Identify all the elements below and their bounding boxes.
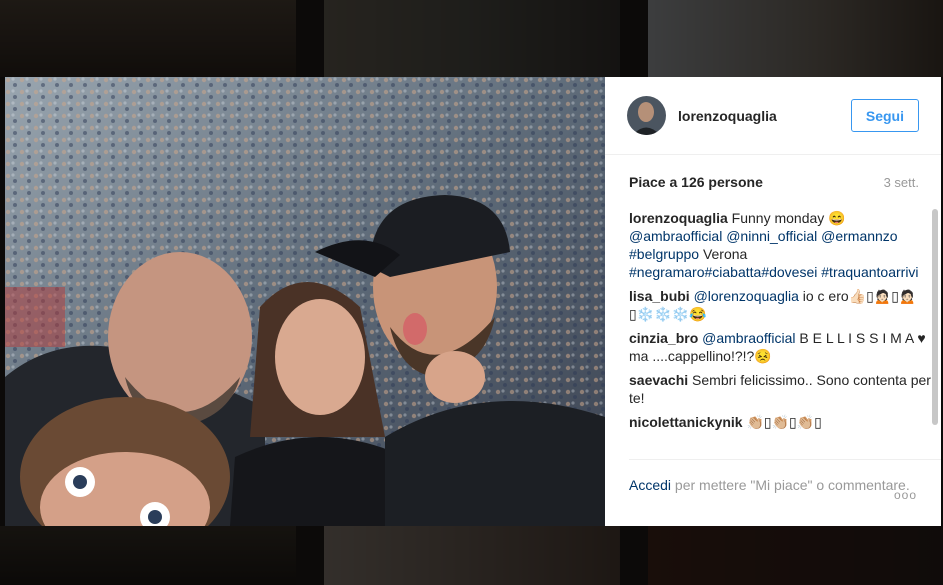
comment-item: lorenzoquaglia Funny monday 😄 @ambraoffi… [629,209,933,281]
comment-author[interactable]: saevachi [629,372,688,388]
selfie-photo-illustration [5,77,605,526]
comment-mention-link[interactable]: #traquantoarrivi [821,264,918,280]
likes-row: Piace a 126 persone 3 sett. [605,155,941,209]
comment-author[interactable]: lisa_bubi [629,288,690,304]
comment-mention-link[interactable]: #negramaro [629,264,705,280]
avatar-icon [627,96,666,135]
likes-count[interactable]: Piace a 126 persone [629,174,763,190]
comment-item: lisa_bubi @lorenzoquaglia io c ero👍🏻▯🙍🏻▯… [629,287,933,323]
comment-mention-link[interactable]: @ninni_official [726,228,817,244]
post-header: lorenzoquaglia Segui [605,77,941,155]
avatar[interactable] [627,96,666,135]
scrollbar-thumb[interactable] [932,209,938,425]
comment-mention-link[interactable]: @ambraofficial [629,228,722,244]
comment-item: cinzia_bro @ambraofficial B E L L I S S … [629,329,933,365]
comments-scrollbar[interactable] [931,209,939,475]
comment-mention-link[interactable]: @ambraofficial [702,330,795,346]
comment-mention-link[interactable]: #dovesei [761,264,817,280]
comment-author[interactable]: nicolettanickynik [629,414,743,430]
follow-button[interactable]: Segui [850,99,919,132]
post-modal: lorenzoquaglia Segui Piace a 126 persone… [5,77,941,526]
post-age[interactable]: 3 sett. [884,175,919,190]
login-prompt-text: per mettere "Mi piace" o commentare. [671,477,910,493]
comment-item: saevachi Sembri felicissimo.. Sono conte… [629,371,933,407]
post-author-username[interactable]: lorenzoquaglia [678,108,851,124]
comment-text: Verona [699,246,748,262]
post-details-panel: lorenzoquaglia Segui Piace a 126 persone… [605,77,941,526]
comments-list: lorenzoquaglia Funny monday 😄 @ambraoffi… [629,209,933,457]
comment-mention-link[interactable]: #belgruppo [629,246,699,262]
comment-mention-link[interactable]: @lorenzoquaglia [694,288,799,304]
comment-text: 👏🏼▯👏🏼▯👏🏼▯ [742,414,822,430]
comment-author[interactable]: lorenzoquaglia [629,210,728,226]
post-photo[interactable] [5,77,605,526]
more-options-icon[interactable]: ooo [894,486,917,504]
comment-mention-link[interactable]: @ermannzo [821,228,897,244]
comment-author[interactable]: cinzia_bro [629,330,698,346]
comment-mention-link[interactable]: #ciabatta [705,264,762,280]
login-link[interactable]: Accedi [629,477,671,493]
comment-item: nicolettanickynik 👏🏼▯👏🏼▯👏🏼▯ [629,413,933,431]
comment-text: Funny monday 😄 [727,210,846,226]
login-prompt: Accedi per mettere "Mi piace" o commenta… [629,459,941,526]
